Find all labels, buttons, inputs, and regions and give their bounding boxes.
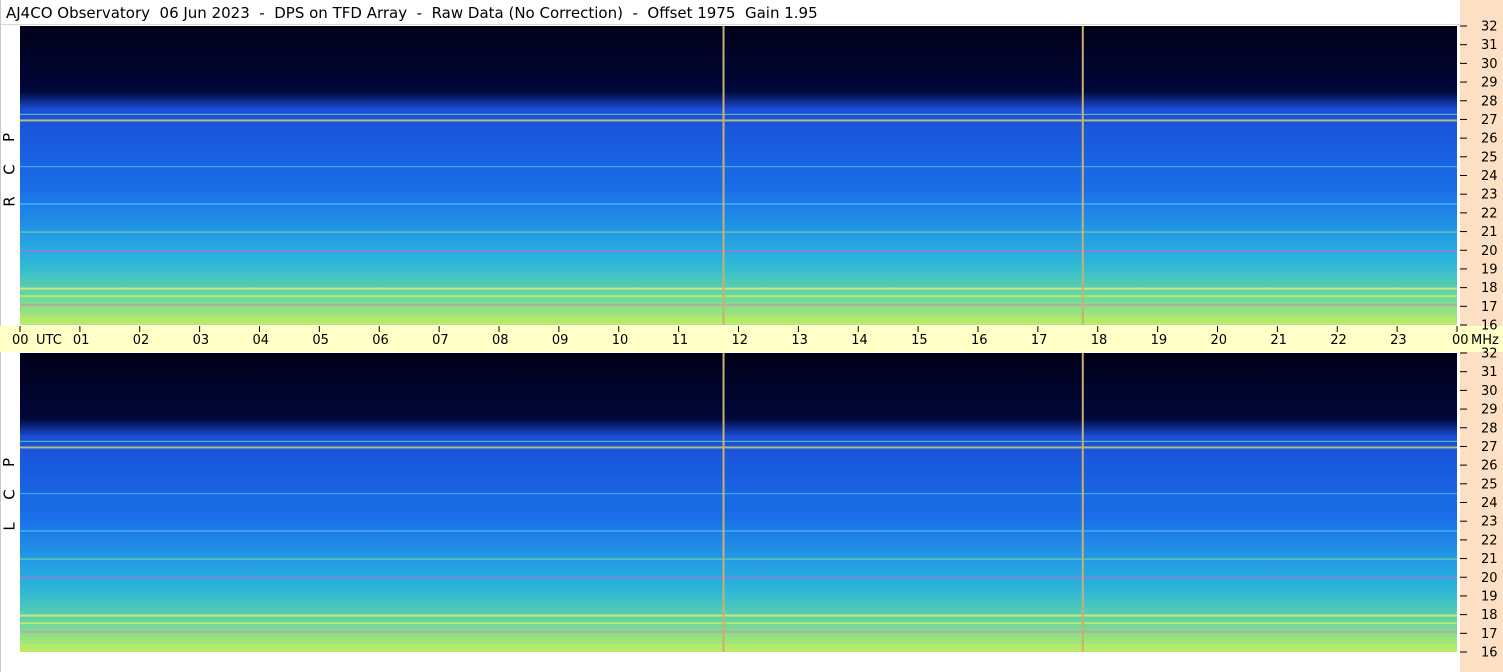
frequency-tick-label: 23 xyxy=(1481,515,1498,530)
utc-tick-label: 08 xyxy=(492,333,509,348)
interference-line xyxy=(20,113,1457,115)
frequency-tick-label: 28 xyxy=(1481,94,1498,109)
utc-tick-label: 20 xyxy=(1211,333,1228,348)
interference-line xyxy=(20,644,1457,647)
frequency-tick-label: 16 xyxy=(1481,646,1498,661)
spectrogram-rcp-fill xyxy=(20,26,1457,325)
utc-tick-label: 01 xyxy=(73,333,90,348)
utc-tick-label: 03 xyxy=(193,333,210,348)
interference-line xyxy=(20,577,1457,579)
utc-tick-label: 19 xyxy=(1151,333,1168,348)
time-marker-line xyxy=(722,26,725,325)
utc-tick-label: 02 xyxy=(133,333,150,348)
interference-line xyxy=(20,250,1457,252)
interference-line xyxy=(20,558,1457,560)
utc-tick-label: 04 xyxy=(253,333,270,348)
interference-line xyxy=(20,166,1457,168)
utc-tick-label: 09 xyxy=(552,333,569,348)
frequency-tick-label: 27 xyxy=(1481,113,1498,128)
frequency-tick-label: 17 xyxy=(1481,300,1498,315)
utc-tick-label: 00 xyxy=(1452,333,1469,348)
frequency-tick-label: 23 xyxy=(1481,188,1498,203)
spectrogram-lcp-fill xyxy=(20,353,1457,652)
frequency-tick-label: 30 xyxy=(1481,57,1498,72)
utc-tick-label: 11 xyxy=(672,333,689,348)
frequency-tick-label: 20 xyxy=(1481,571,1498,586)
frequency-tick-label: 32 xyxy=(1481,347,1498,362)
utc-tick-label: 17 xyxy=(1031,333,1048,348)
utc-tick-label: 10 xyxy=(612,333,629,348)
frequency-tick-label: 31 xyxy=(1481,365,1498,380)
interference-line xyxy=(20,304,1457,306)
mhz-units-label: MHz xyxy=(1471,333,1499,348)
interference-line xyxy=(20,440,1457,442)
frequency-tick-label: 24 xyxy=(1481,169,1498,184)
frequency-tick-label: 19 xyxy=(1481,589,1498,604)
frequency-tick-label: 18 xyxy=(1481,608,1498,623)
interference-line xyxy=(20,317,1457,320)
interference-line xyxy=(20,622,1457,625)
frequency-tick-label: 28 xyxy=(1481,421,1498,436)
utc-tick-label: 18 xyxy=(1091,333,1108,348)
utc-tick-label: 23 xyxy=(1390,333,1407,348)
time-marker-line xyxy=(722,353,725,652)
frequency-tick-label: 26 xyxy=(1481,459,1498,474)
utc-tick-label: 16 xyxy=(971,333,988,348)
frequency-tick-label: 31 xyxy=(1481,38,1498,53)
frequency-tick-label: 17 xyxy=(1481,627,1498,642)
frequency-tick-label: 19 xyxy=(1481,262,1498,277)
frequency-tick-label: 24 xyxy=(1481,496,1498,511)
interference-line xyxy=(20,530,1457,532)
frequency-tick-label: 20 xyxy=(1481,244,1498,259)
interference-line xyxy=(20,119,1457,122)
frequency-tick-label: 22 xyxy=(1481,533,1498,548)
utc-tick-label: 12 xyxy=(732,333,749,348)
utc-tick-label: 15 xyxy=(911,333,928,348)
interference-line xyxy=(20,231,1457,233)
utc-tick-label: 00 xyxy=(12,333,29,348)
time-marker-line xyxy=(1081,353,1084,652)
frequency-tick-label: 27 xyxy=(1481,440,1498,455)
time-marker-line xyxy=(1081,26,1084,325)
utc-units-label: UTC xyxy=(36,333,62,348)
frequency-tick-label: 21 xyxy=(1481,552,1498,567)
frequency-tick-label: 26 xyxy=(1481,132,1498,147)
utc-tick-label: 05 xyxy=(312,333,329,348)
frequency-ticks-rcp: 32 31 30 29 28 27 26 25 24 23 22 21 20 19 18 17 16 xyxy=(1460,20,1498,334)
frequency-tick-label: 29 xyxy=(1481,403,1498,418)
interference-line xyxy=(20,493,1457,495)
interference-line xyxy=(20,295,1457,298)
frequency-tick-label: 30 xyxy=(1481,384,1498,399)
frequency-tick-label: 29 xyxy=(1481,76,1498,91)
frequency-tick-label: 21 xyxy=(1481,225,1498,240)
utc-tick-label: 13 xyxy=(791,333,808,348)
utc-tick-label: 22 xyxy=(1330,333,1347,348)
utc-tick-label: 07 xyxy=(432,333,449,348)
frequency-tick-label: 25 xyxy=(1481,477,1498,492)
frequency-tick-label: 22 xyxy=(1481,206,1498,221)
frequency-tick-label: 25 xyxy=(1481,150,1498,165)
frequency-tick-label: 18 xyxy=(1481,281,1498,296)
utc-ticks: 00 01 02 03 04 05 06 07 08 09 10 11 12 13 14 15 16 17 18 19… xyxy=(12,326,1499,348)
frequency-tick-label: 16 xyxy=(1481,319,1498,334)
interference-line xyxy=(20,287,1457,290)
chart-overlay: 3231302928272625242322212019181716 32313… xyxy=(12,20,1499,661)
interference-line xyxy=(20,203,1457,205)
frequency-ticks-lcp: 32 31 30 29 28 27 26 25 24 23 22 21 20 19 18 17 16 xyxy=(1460,347,1498,661)
interference-line xyxy=(20,446,1457,449)
utc-tick-label: 14 xyxy=(851,333,868,348)
utc-tick-label: 06 xyxy=(372,333,389,348)
interference-line xyxy=(20,614,1457,617)
frequency-tick-label: 32 xyxy=(1481,20,1498,35)
utc-tick-label: 21 xyxy=(1270,333,1287,348)
interference-line xyxy=(20,631,1457,633)
